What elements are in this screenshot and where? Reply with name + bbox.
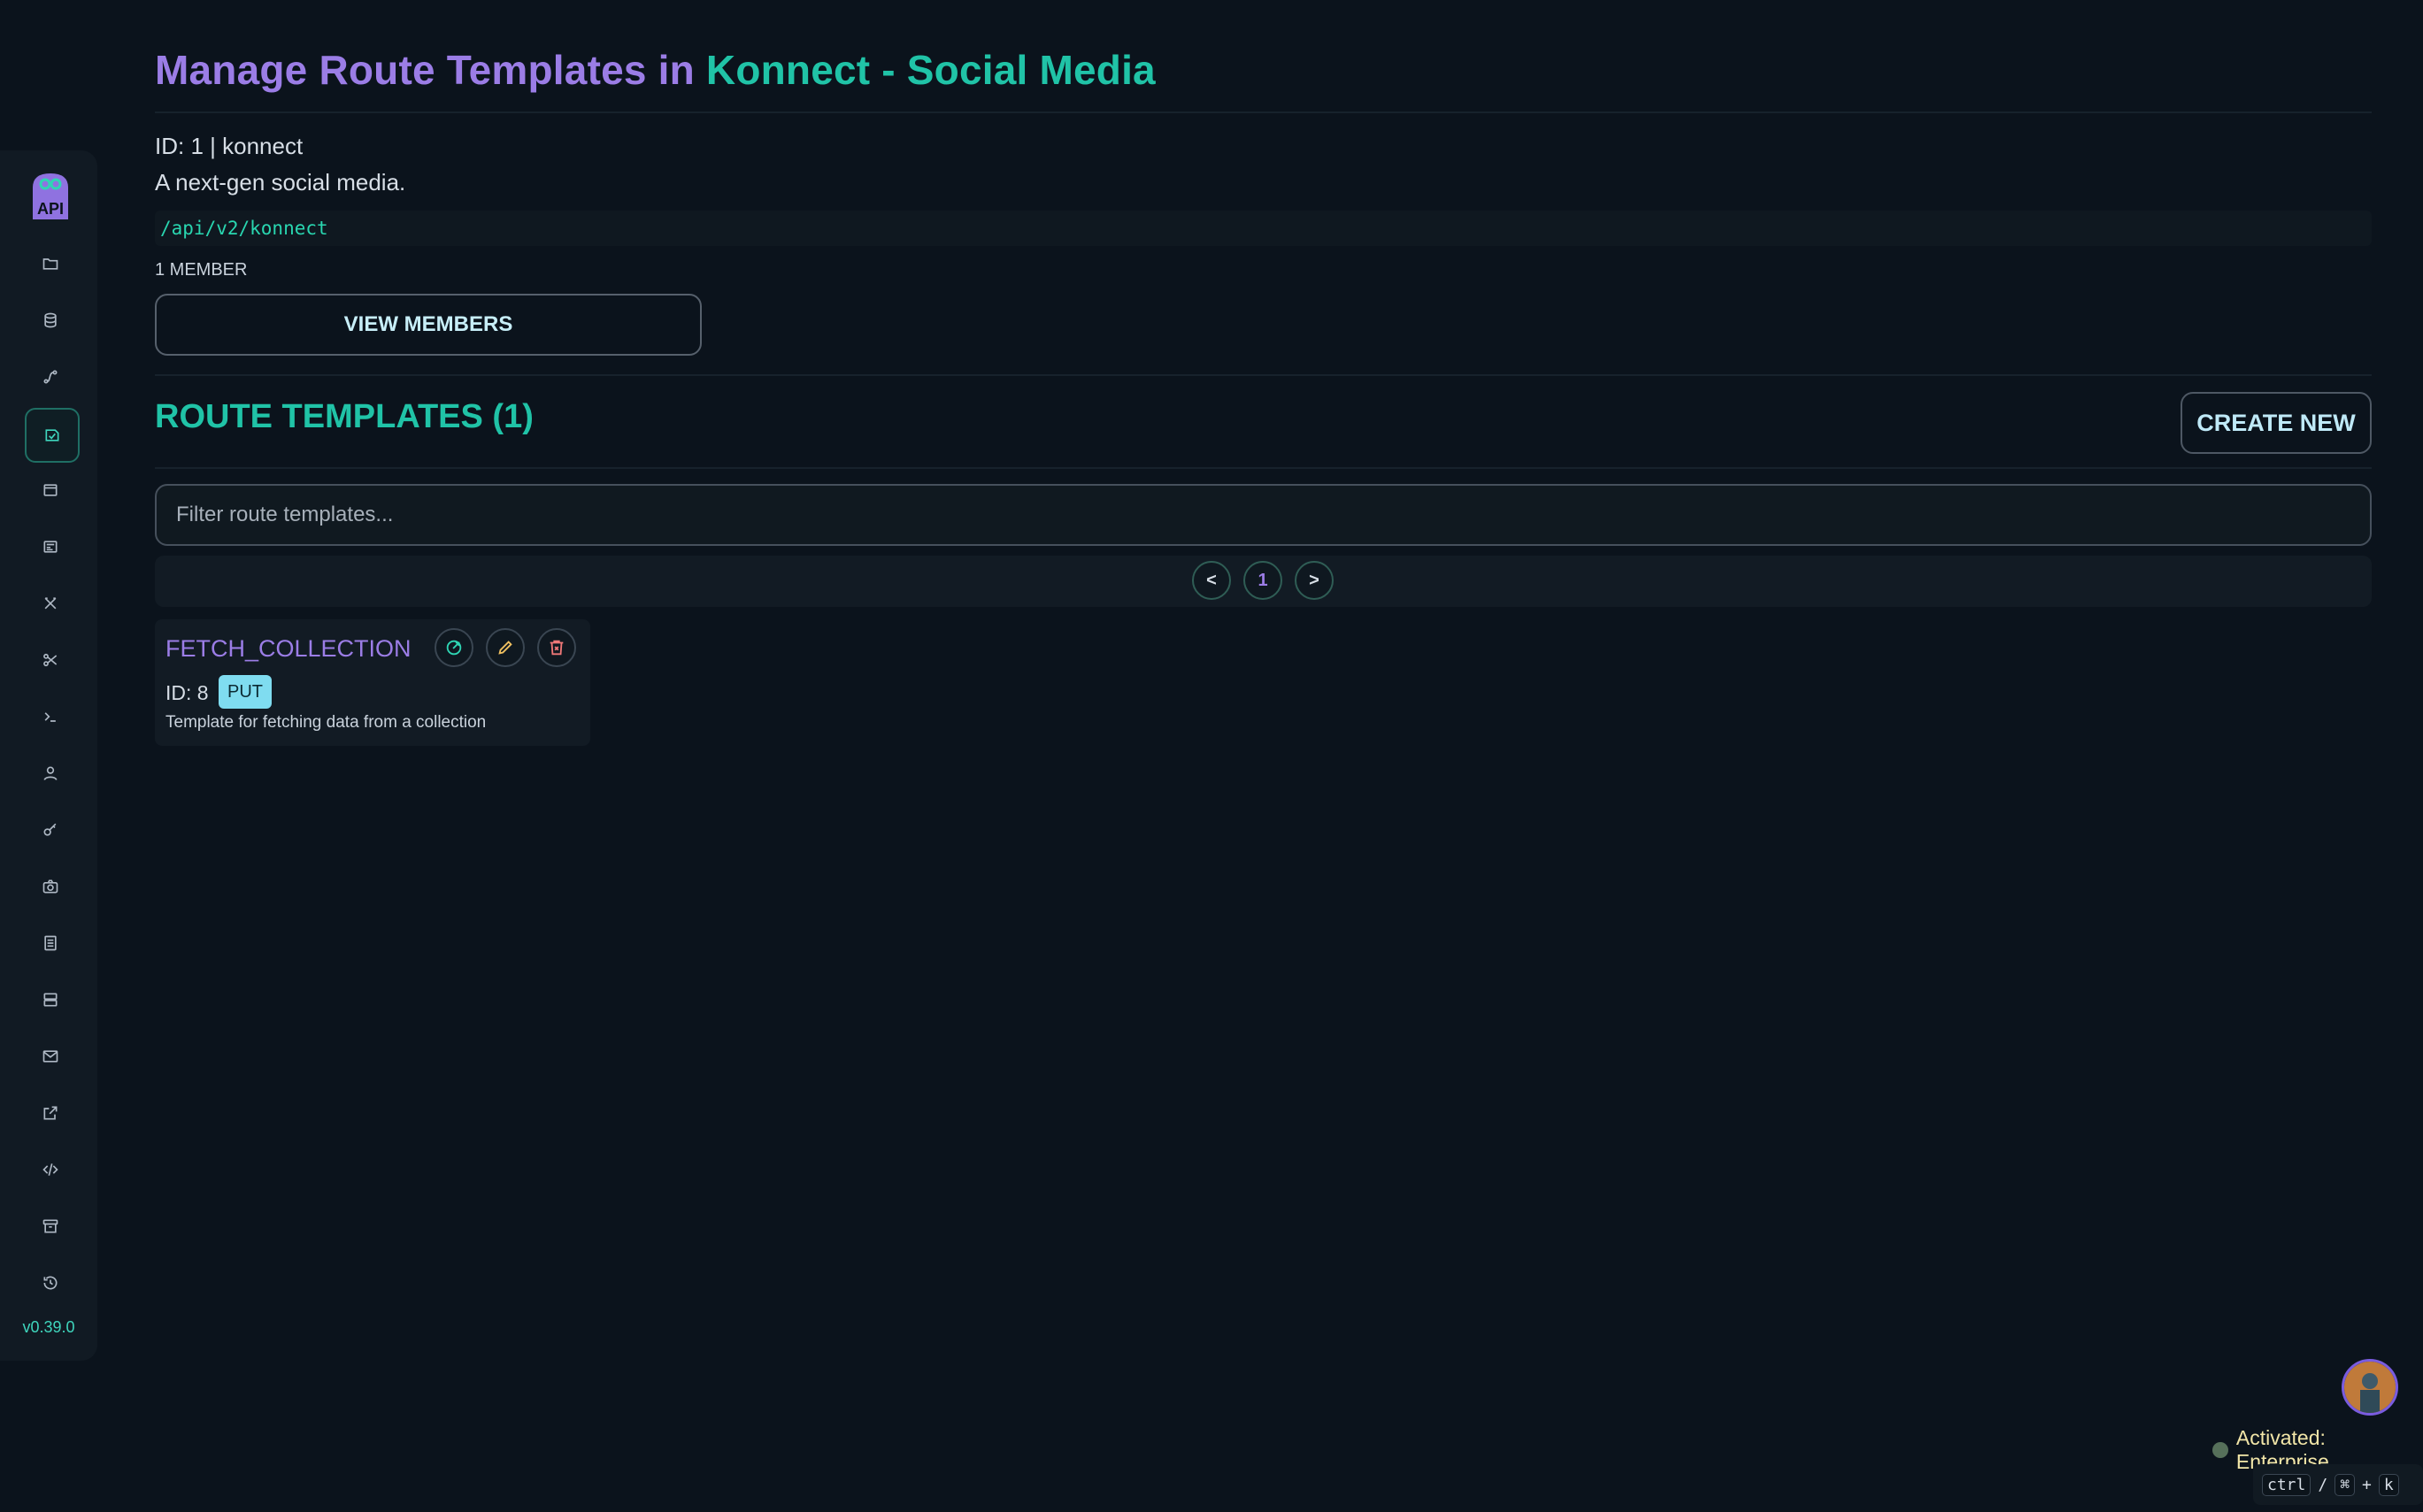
tools-icon (44, 597, 57, 610)
external-link-icon (43, 1106, 58, 1120)
route-template-card: FETCH_COLLECTION ID: 8 PUT Template for … (155, 619, 590, 746)
sidebar-item-external[interactable] (25, 1087, 76, 1139)
edit-template-button[interactable] (486, 628, 525, 667)
divider (155, 374, 2372, 376)
sidebar-item-mail[interactable] (25, 1031, 76, 1082)
sidebar-item-servers[interactable] (25, 974, 76, 1025)
sidebar: API v0.39.0 (0, 150, 97, 1361)
sidebar-item-routes[interactable] (25, 351, 76, 403)
app-version: v0.39.0 (22, 1318, 75, 1336)
prev-page-button[interactable]: < (1192, 561, 1231, 600)
method-badge: PUT (219, 675, 272, 709)
section-title: ROUTE TEMPLATES (1) (155, 398, 534, 435)
trash-icon (550, 640, 564, 656)
cmd-key: ⌘ (2335, 1473, 2356, 1496)
camera-icon (42, 879, 58, 894)
window-icon (43, 484, 58, 496)
sidebar-item-projects[interactable] (25, 238, 76, 289)
svg-text:API: API (37, 200, 64, 218)
k-key: k (2378, 1473, 2399, 1496)
create-new-button[interactable]: CREATE NEW (2181, 392, 2372, 454)
terminal-icon (44, 712, 56, 722)
next-page-button[interactable]: > (1295, 561, 1334, 600)
document-icon (44, 935, 57, 951)
archive-icon (42, 1219, 58, 1233)
template-description: Template for fetching data from a collec… (165, 713, 487, 732)
form-icon (43, 541, 58, 553)
sidebar-item-cut[interactable] (25, 634, 76, 686)
scissors-icon (43, 653, 58, 667)
template-id: ID: 8 (165, 681, 209, 704)
members-count: 1 MEMBER (155, 260, 248, 280)
open-template-button[interactable] (435, 628, 473, 667)
sidebar-item-history[interactable] (25, 1257, 76, 1309)
user-icon (43, 766, 58, 780)
route-template-icon (45, 429, 59, 441)
filter-input[interactable] (155, 484, 2372, 546)
project-id: ID: 1 | konnect (155, 133, 304, 159)
divider (155, 467, 2372, 469)
view-members-button[interactable]: VIEW MEMBERS (155, 294, 702, 356)
sidebar-item-route-templates[interactable] (25, 408, 80, 463)
route-icon (43, 370, 58, 384)
pencil-icon (498, 641, 512, 655)
history-icon (43, 1276, 58, 1290)
shortcut-plus: + (2362, 1475, 2372, 1494)
page-1-button[interactable]: 1 (1243, 561, 1282, 600)
sidebar-item-documents[interactable] (25, 917, 76, 969)
code-icon (42, 1163, 58, 1176)
user-avatar[interactable] (2342, 1359, 2398, 1416)
api-path: /api/v2/konnect (155, 211, 2372, 246)
shortcut-separator: / (2318, 1475, 2328, 1494)
mail-icon (42, 1050, 58, 1063)
page-title-project: Konnect - Social Media (705, 47, 1156, 93)
external-link-icon (446, 640, 462, 656)
sidebar-item-keys[interactable] (25, 804, 76, 856)
sidebar-item-archive[interactable] (25, 1201, 76, 1252)
divider (155, 111, 2372, 113)
sidebar-item-databases[interactable] (25, 295, 76, 346)
sidebar-item-tools[interactable] (25, 578, 76, 629)
sidebar-item-users[interactable] (25, 748, 76, 799)
delete-template-button[interactable] (537, 628, 576, 667)
sidebar-item-windows[interactable] (25, 464, 76, 516)
status-dot-icon (2212, 1442, 2228, 1458)
folder-icon (42, 258, 58, 270)
command-palette-shortcut[interactable]: ctrl / ⌘ + k (2253, 1464, 2423, 1505)
page-title-prefix: Manage Route Templates in (155, 47, 695, 93)
server-icon (43, 993, 58, 1007)
database-icon (44, 312, 57, 328)
project-description: A next-gen social media. (155, 169, 406, 196)
page-title: Manage Route Templates in Konnect - Soci… (155, 46, 1156, 94)
app-logo[interactable]: API (26, 168, 75, 223)
sidebar-item-code[interactable] (25, 1144, 76, 1195)
ctrl-key: ctrl (2262, 1473, 2311, 1496)
sidebar-item-terminal[interactable] (25, 691, 76, 742)
sidebar-item-forms[interactable] (25, 521, 76, 572)
key-icon (43, 823, 57, 836)
sidebar-item-snapshots[interactable] (25, 861, 76, 912)
template-name[interactable]: FETCH_COLLECTION (165, 635, 412, 663)
